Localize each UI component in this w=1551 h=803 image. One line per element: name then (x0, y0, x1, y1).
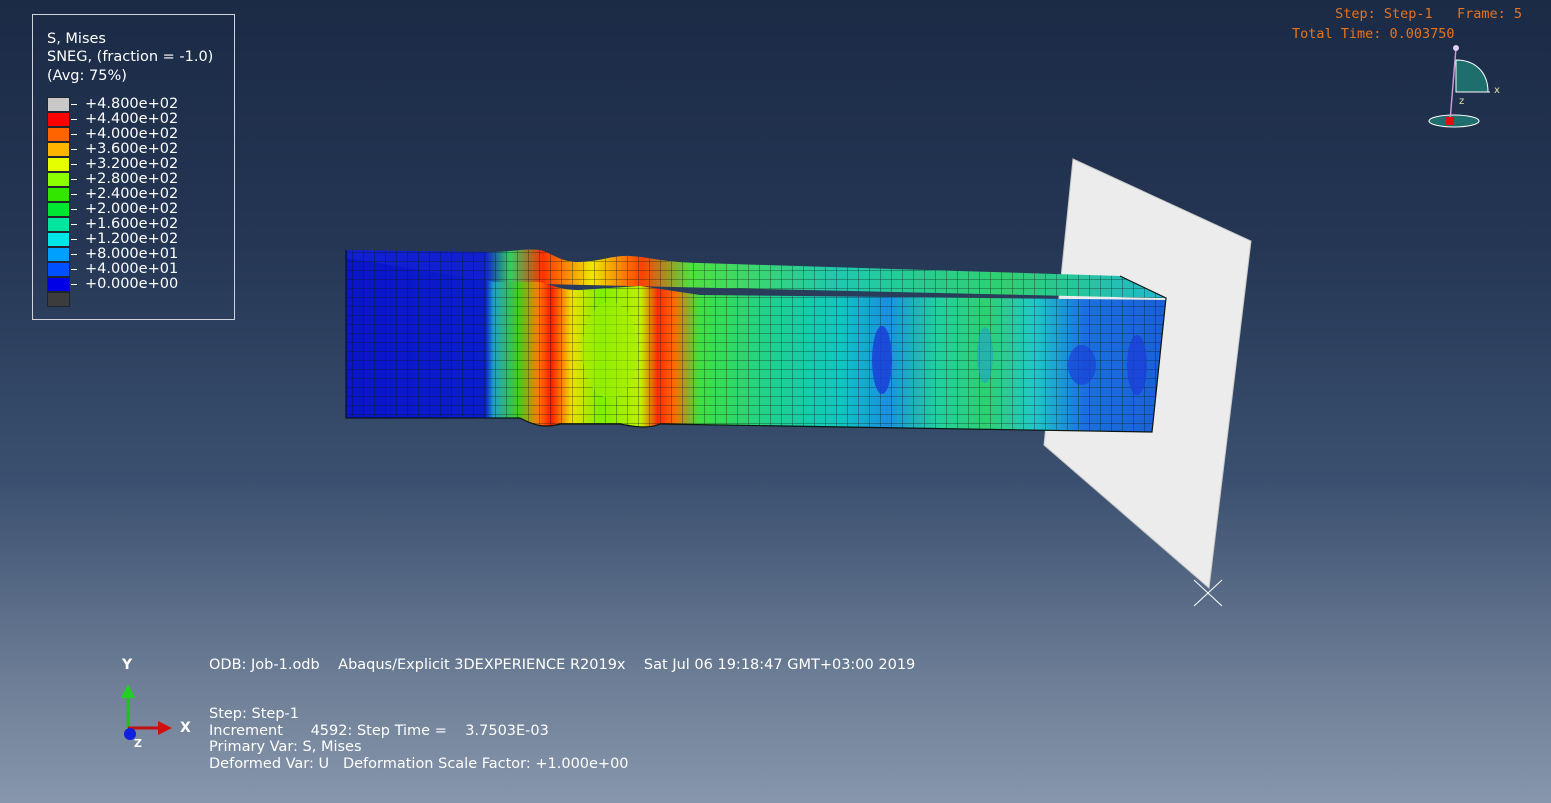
legend-tick (71, 134, 77, 135)
legend-tick (71, 284, 77, 285)
legend-averaging: (Avg: 75%) (47, 68, 127, 84)
stress-pocket-4 (977, 327, 993, 383)
frame-status: Step: Step-1 Frame: 5 (1335, 6, 1522, 22)
stress-pocket-2 (1068, 345, 1096, 385)
legend-tick (71, 209, 77, 210)
legend-swatch (47, 232, 70, 247)
increment-info-line: Increment 4592: Step Time = 3.7503E-03 (209, 723, 549, 739)
legend-swatch (47, 172, 70, 187)
legend-swatch (47, 292, 70, 307)
global-axis-triad (121, 684, 172, 740)
legend-tick (71, 119, 77, 120)
primary-var-line: Primary Var: S, Mises (209, 739, 362, 755)
legend-swatch (47, 127, 70, 142)
legend-value-label: +0.000e+00 (85, 276, 179, 292)
step-info-line: Step: Step-1 (209, 706, 299, 722)
legend-tick (71, 149, 77, 150)
legend-swatch (47, 262, 70, 277)
y-axis-label: Y (122, 657, 133, 673)
stress-pocket-3 (1127, 335, 1147, 395)
legend-swatch (47, 187, 70, 202)
view-orientation-indicator (1428, 45, 1490, 128)
legend-tick (71, 269, 77, 270)
viewport-canvas[interactable]: S, Mises SNEG, (fraction = -1.0) (Avg: 7… (0, 0, 1551, 803)
legend-tick (71, 194, 77, 195)
legend-subtitle: SNEG, (fraction = -1.0) (47, 49, 214, 65)
z-axis-label: Z (134, 737, 142, 750)
legend-tick (71, 239, 77, 240)
legend-swatch (47, 157, 70, 172)
legend-tick (71, 164, 77, 165)
legend-swatch (47, 202, 70, 217)
stress-pocket-1 (872, 326, 892, 394)
deformed-var-line: Deformed Var: U Deformation Scale Factor… (209, 756, 629, 772)
contour-legend: S, Mises SNEG, (fraction = -1.0) (Avg: 7… (32, 14, 235, 320)
mini-x-label: x (1494, 85, 1500, 96)
total-time-status: Total Time: 0.003750 (1292, 26, 1455, 42)
legend-swatch (47, 112, 70, 127)
legend-swatch (47, 277, 70, 292)
odb-info-line: ODB: Job-1.odb Abaqus/Explicit 3DEXPERIE… (209, 657, 916, 673)
legend-swatch (47, 97, 70, 112)
legend-swatch (47, 217, 70, 232)
legend-tick (71, 179, 77, 180)
legend-tick (71, 254, 77, 255)
mini-z-label: z (1459, 96, 1465, 107)
legend-title: S, Mises (47, 31, 106, 47)
legend-swatch (47, 247, 70, 262)
x-axis-label: X (180, 720, 191, 736)
legend-tick (71, 224, 77, 225)
legend-tick (71, 104, 77, 105)
stress-pocket-5 (582, 302, 638, 398)
legend-swatch (47, 142, 70, 157)
